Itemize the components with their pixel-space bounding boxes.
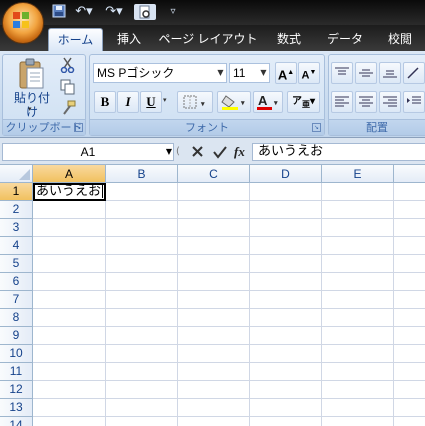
clipboard-dialog-launcher-icon[interactable]: ↘ xyxy=(74,123,83,132)
underline-button[interactable]: U xyxy=(140,91,162,113)
row-header-4[interactable]: 4 xyxy=(0,237,33,255)
paste-button-label[interactable]: 貼り付け xyxy=(10,91,54,119)
font-dialog-launcher-icon[interactable]: ↘ xyxy=(312,123,321,132)
row-header-12[interactable]: 12 xyxy=(0,381,33,399)
column-header-e[interactable]: E xyxy=(322,165,394,183)
row-header-2[interactable]: 2 xyxy=(0,201,33,219)
column-header-a[interactable]: A xyxy=(33,165,106,183)
format-painter-icon[interactable] xyxy=(60,100,76,116)
svg-text:▾: ▾ xyxy=(273,99,278,107)
name-box-dropdown-icon[interactable]: ▼ xyxy=(164,144,174,160)
align-top-icon[interactable] xyxy=(331,62,353,84)
column-header-b[interactable]: B xyxy=(106,165,178,183)
row-header-6[interactable]: 6 xyxy=(0,273,33,291)
borders-button[interactable]: ▾ xyxy=(177,91,213,113)
row-header-14[interactable]: 14 xyxy=(0,417,33,426)
formula-input[interactable]: あいうえお xyxy=(252,143,425,161)
shrink-font-icon[interactable]: A▼ xyxy=(298,62,320,84)
save-icon[interactable] xyxy=(52,4,66,20)
align-center-icon[interactable] xyxy=(355,91,377,113)
row-header-13[interactable]: 13 xyxy=(0,399,33,417)
worksheet-grid[interactable] xyxy=(0,165,425,426)
italic-button[interactable]: I xyxy=(117,91,139,113)
redo-icon[interactable]: ↷▾ xyxy=(102,4,126,20)
font-size-dropdown-icon[interactable]: ▼ xyxy=(258,64,269,82)
row-header-3[interactable]: 3 xyxy=(0,219,33,237)
align-middle-icon[interactable] xyxy=(355,62,377,84)
formula-buttons: ( fx xyxy=(176,143,252,161)
alignment-group-label: 配置 xyxy=(329,119,425,135)
select-all-corner[interactable] xyxy=(0,165,33,183)
font-group-label: フォント xyxy=(90,119,324,135)
clipboard-group-label: クリップボード xyxy=(3,119,85,135)
bold-button[interactable]: B xyxy=(94,91,116,113)
cancel-entry-icon[interactable] xyxy=(190,144,206,160)
phonetic-guide-icon[interactable]: ア亜▾ xyxy=(287,91,320,113)
font-color-button[interactable]: A ▾ xyxy=(253,91,283,113)
svg-text:▾: ▾ xyxy=(200,100,205,108)
tab-review[interactable]: 校閲 xyxy=(378,28,422,51)
font-name-select[interactable]: MS Pゴシック xyxy=(93,63,227,83)
row-header-10[interactable]: 10 xyxy=(0,345,33,363)
svg-text:▾: ▾ xyxy=(240,99,245,107)
formula-splitter-icon[interactable]: ( xyxy=(176,143,186,161)
underline-dropdown-icon[interactable]: ▾ xyxy=(163,96,171,104)
insert-function-icon[interactable]: fx xyxy=(234,143,252,161)
undo-icon[interactable]: ↶▾ xyxy=(72,4,96,20)
print-preview-icon[interactable] xyxy=(134,4,156,20)
tab-page-layout[interactable]: ページ レイアウト xyxy=(158,28,258,51)
office-logo-icon xyxy=(13,12,29,28)
cell-a1-value: あいうえお xyxy=(36,184,102,199)
tab-insert[interactable]: 挿入 xyxy=(107,28,151,51)
row-header-8[interactable]: 8 xyxy=(0,309,33,327)
tab-home[interactable]: ホーム xyxy=(48,28,103,51)
paste-dropdown-icon[interactable]: ▾ xyxy=(28,105,36,113)
cut-icon[interactable] xyxy=(60,57,76,74)
text-cursor xyxy=(102,185,104,198)
fill-color-button[interactable]: ▾ xyxy=(217,91,251,113)
font-name-dropdown-icon[interactable]: ▼ xyxy=(215,64,226,82)
cell-a1[interactable]: あいうえお xyxy=(33,183,106,201)
text-orientation-icon[interactable] xyxy=(403,62,425,84)
confirm-entry-icon[interactable] xyxy=(212,144,228,160)
customize-dropdown-icon[interactable]: ▿ xyxy=(166,4,180,20)
align-right-icon[interactable] xyxy=(379,91,401,113)
column-header-d[interactable]: D xyxy=(250,165,322,183)
align-left-icon[interactable] xyxy=(331,91,353,113)
tab-data[interactable]: データ xyxy=(320,28,370,51)
align-bottom-icon[interactable] xyxy=(379,62,401,84)
row-header-5[interactable]: 5 xyxy=(0,255,33,273)
row-header-9[interactable]: 9 xyxy=(0,327,33,345)
name-box[interactable]: A1 xyxy=(2,143,174,161)
paste-icon[interactable] xyxy=(14,58,48,90)
grow-font-icon[interactable]: A▲ xyxy=(275,62,297,84)
row-header-1[interactable]: 1 xyxy=(0,183,33,201)
tab-formulas[interactable]: 数式 xyxy=(266,28,312,51)
row-header-11[interactable]: 11 xyxy=(0,363,33,381)
row-header-7[interactable]: 7 xyxy=(0,291,33,309)
column-header-c[interactable]: C xyxy=(178,165,250,183)
indent-icon[interactable] xyxy=(403,91,425,113)
svg-text:A: A xyxy=(258,93,268,108)
copy-icon[interactable] xyxy=(60,79,76,95)
column-header-f[interactable] xyxy=(394,165,425,183)
